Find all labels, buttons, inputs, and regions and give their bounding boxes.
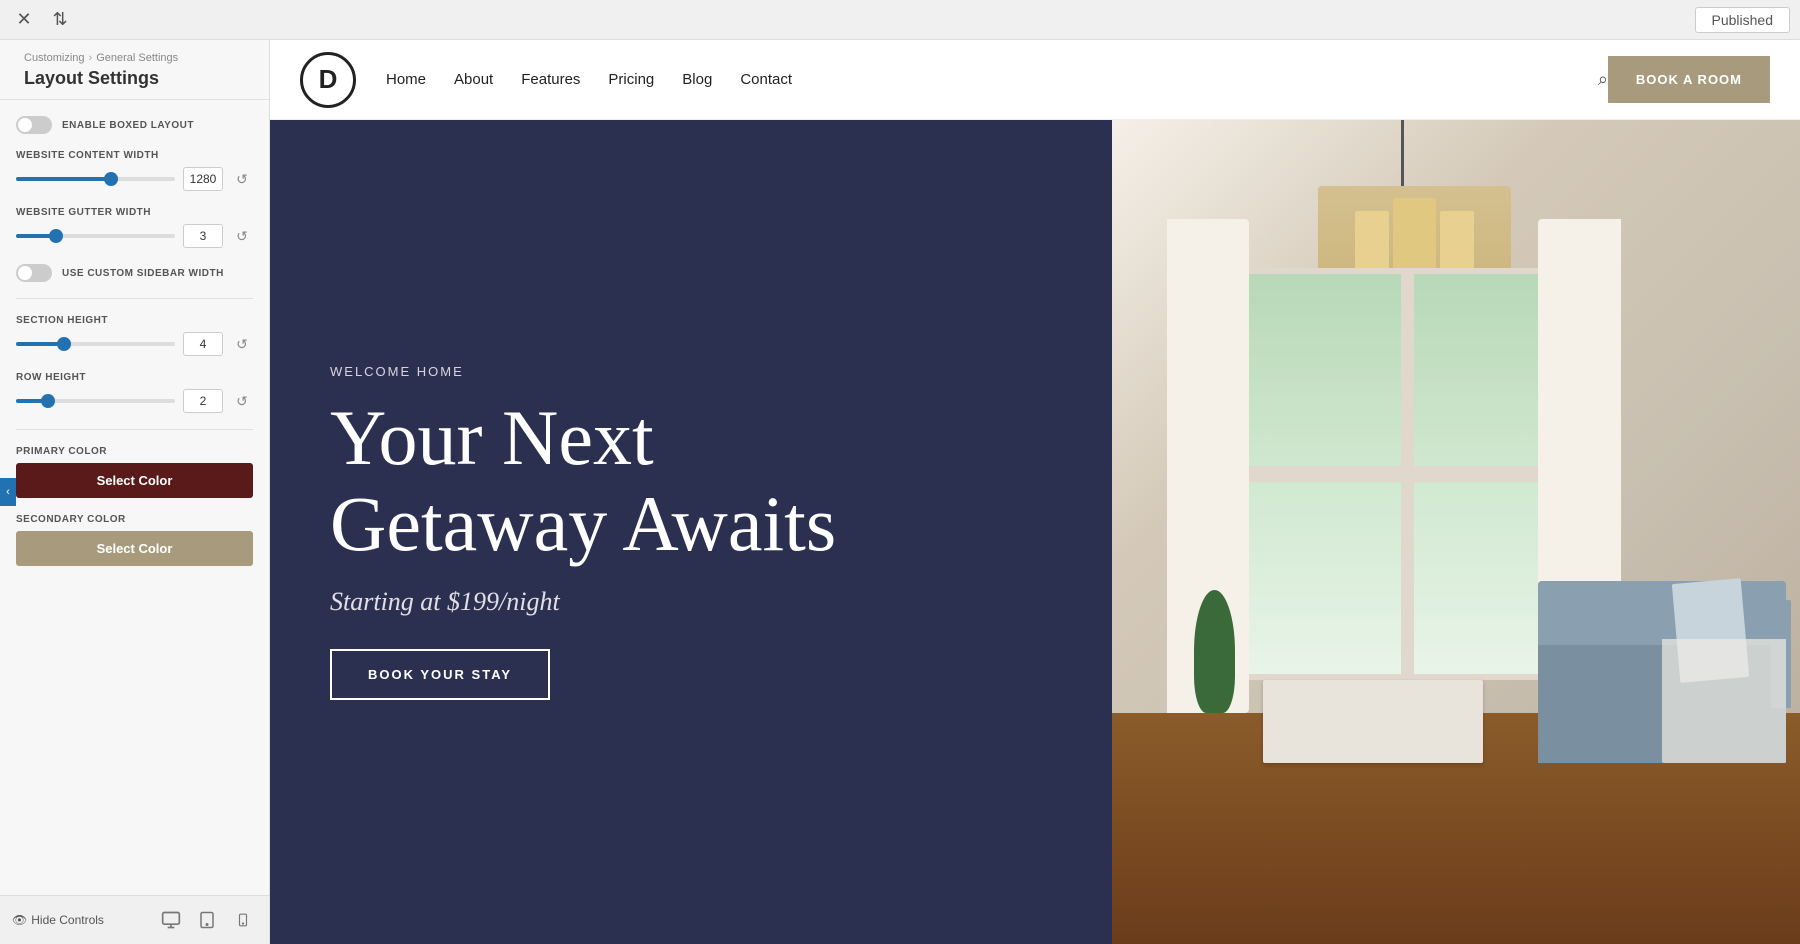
primary-color-control: PRIMARY COLOR Select Color <box>16 446 253 498</box>
nav-link-about[interactable]: About <box>454 71 493 88</box>
tablet-icon <box>198 910 216 930</box>
website-gutter-width-slider-row: 3 ↺ <box>16 224 253 248</box>
preview-area: D Home About Features Pricing Blog Conta… <box>270 40 1800 944</box>
nav-cta-button[interactable]: BOOK A ROOM <box>1608 56 1770 103</box>
breadcrumb-arrow: › <box>89 52 93 64</box>
breadcrumb-general-settings: General Settings <box>96 52 178 64</box>
published-button[interactable]: Published <box>1695 7 1791 33</box>
mobile-view-button[interactable] <box>229 906 257 934</box>
section-height-value: 4 <box>183 332 223 356</box>
website-content-width-label: WEBSITE CONTENT WIDTH <box>16 150 253 161</box>
divider <box>16 298 253 299</box>
desktop-view-button[interactable] <box>157 906 185 934</box>
nav-link-pricing[interactable]: Pricing <box>608 71 654 88</box>
hero-price: Starting at $199/night <box>330 587 1052 617</box>
hide-controls-label: Hide Controls <box>31 913 104 927</box>
website-content-width-slider-row: 1280 ↺ <box>16 167 253 191</box>
desktop-icon <box>161 910 181 930</box>
hero-cta-button[interactable]: BOOK YOUR STAY <box>330 649 550 700</box>
back-icon: ‹ <box>6 486 10 498</box>
nav-bar: D Home About Features Pricing Blog Conta… <box>270 40 1800 120</box>
enable-boxed-layout-row: ENABLE BOXED LAYOUT <box>16 116 253 134</box>
mobile-icon <box>236 910 250 930</box>
website-content-width-track[interactable] <box>16 177 175 181</box>
tablet-view-button[interactable] <box>193 906 221 934</box>
sidebar-content: ENABLE BOXED LAYOUT WEBSITE CONTENT WIDT… <box>0 100 269 895</box>
row-height-control: ROW HEIGHT 2 ↺ <box>16 372 253 413</box>
close-button[interactable]: ✕ <box>10 6 38 34</box>
row-height-label: ROW HEIGHT <box>16 372 253 383</box>
website-content-width-thumb[interactable] <box>104 172 118 186</box>
website-content-width-value: 1280 <box>183 167 223 191</box>
website-gutter-width-label: WEBSITE GUTTER WIDTH <box>16 207 253 218</box>
section-height-label: SECTION HEIGHT <box>16 315 253 326</box>
use-custom-sidebar-row: USE CUSTOM SIDEBAR WIDTH <box>16 264 253 282</box>
sidebar: ‹ Customizing › General Settings Layout … <box>0 40 270 944</box>
secondary-color-control: SECONDARY COLOR Select Color <box>16 514 253 566</box>
device-icons <box>157 906 257 934</box>
nav-links: Home About Features Pricing Blog Contact <box>386 71 1588 89</box>
primary-color-button[interactable]: Select Color <box>16 463 253 498</box>
website-gutter-width-value: 3 <box>183 224 223 248</box>
section-height-thumb[interactable] <box>57 337 71 351</box>
website-gutter-width-thumb[interactable] <box>49 229 63 243</box>
hero-subtitle: WELCOME HOME <box>330 364 1052 379</box>
room-interior <box>1112 120 1800 944</box>
top-bar: ✕ ⇅ Published <box>0 0 1800 40</box>
enable-boxed-layout-toggle[interactable] <box>16 116 52 134</box>
back-arrow-button[interactable]: ‹ <box>0 478 16 506</box>
website-content-width-reset[interactable]: ↺ <box>231 168 253 190</box>
hide-controls-button[interactable]: 👁 Hide Controls <box>12 913 104 927</box>
row-height-thumb[interactable] <box>41 394 55 408</box>
row-height-track[interactable] <box>16 399 175 403</box>
sidebar-footer: 👁 Hide Controls <box>0 895 269 944</box>
hero-title-line2: Getaway Awaits <box>330 480 836 567</box>
breadcrumb-customizing: Customizing <box>24 52 85 64</box>
website-content-width-control: WEBSITE CONTENT WIDTH 1280 ↺ <box>16 150 253 191</box>
breadcrumb: Customizing › General Settings <box>24 52 253 64</box>
swap-button[interactable]: ⇅ <box>46 6 74 34</box>
section-height-track[interactable] <box>16 342 175 346</box>
hero-section: WELCOME HOME Your Next Getaway Awaits St… <box>270 120 1800 944</box>
hero-content: WELCOME HOME Your Next Getaway Awaits St… <box>270 120 1112 944</box>
hero-title-line1: Your Next <box>330 394 654 481</box>
row-height-value: 2 <box>183 389 223 413</box>
secondary-color-label: SECONDARY COLOR <box>16 514 253 525</box>
nav-link-features[interactable]: Features <box>521 71 580 88</box>
website-content-width-fill <box>16 177 111 181</box>
hero-title: Your Next Getaway Awaits <box>330 395 1052 567</box>
website-gutter-width-track[interactable] <box>16 234 175 238</box>
eye-icon: 👁 <box>12 913 27 927</box>
section-height-slider-row: 4 ↺ <box>16 332 253 356</box>
main-layout: ‹ Customizing › General Settings Layout … <box>0 40 1800 944</box>
row-height-reset[interactable]: ↺ <box>231 390 253 412</box>
section-height-control: SECTION HEIGHT 4 ↺ <box>16 315 253 356</box>
primary-color-label: PRIMARY COLOR <box>16 446 253 457</box>
website-gutter-width-control: WEBSITE GUTTER WIDTH 3 ↺ <box>16 207 253 248</box>
hero-image <box>1112 120 1800 944</box>
search-icon[interactable]: ⌕ <box>1598 69 1608 90</box>
site-logo: D <box>300 52 356 108</box>
section-height-reset[interactable]: ↺ <box>231 333 253 355</box>
divider2 <box>16 429 253 430</box>
use-custom-sidebar-label: USE CUSTOM SIDEBAR WIDTH <box>62 268 224 279</box>
secondary-color-button[interactable]: Select Color <box>16 531 253 566</box>
nav-link-home[interactable]: Home <box>386 71 426 88</box>
row-height-slider-row: 2 ↺ <box>16 389 253 413</box>
use-custom-sidebar-toggle[interactable] <box>16 264 52 282</box>
sidebar-header: Customizing › General Settings Layout Se… <box>0 40 269 100</box>
nav-link-blog[interactable]: Blog <box>682 71 712 88</box>
nav-link-contact[interactable]: Contact <box>740 71 792 88</box>
sidebar-title: Layout Settings <box>24 68 253 89</box>
enable-boxed-layout-label: ENABLE BOXED LAYOUT <box>62 120 194 131</box>
website-gutter-width-reset[interactable]: ↺ <box>231 225 253 247</box>
